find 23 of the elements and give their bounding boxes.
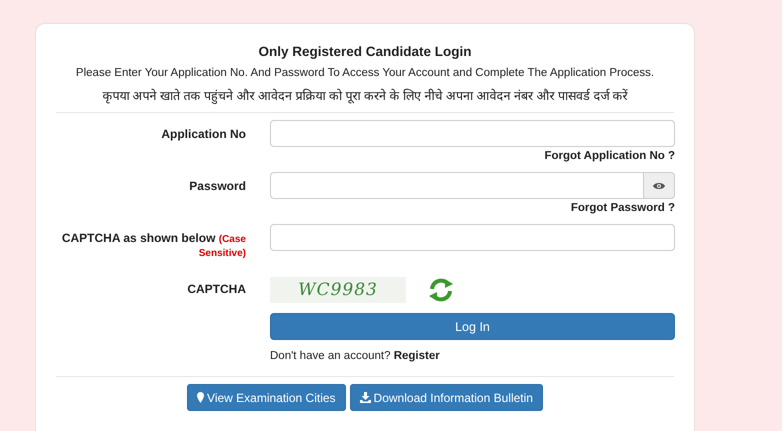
map-button[interactable]: View Examination Cities [187, 384, 346, 411]
forgot-link[interactable]: Forgot Password ? [570, 202, 675, 214]
field-label: CAPTCHA as shown below (Case Sensitive) [60, 230, 246, 261]
field-label: Password [188, 178, 246, 195]
field-label: Application No [160, 126, 246, 143]
forgot-link[interactable]: Forgot Application No ? [544, 150, 675, 162]
eye-icon [653, 182, 665, 190]
register-link[interactable]: Register [394, 350, 440, 362]
captcha-field[interactable] [270, 224, 675, 251]
login-title: Only Registered Candidate Login [258, 44, 472, 59]
instruction-text: Please Enter Your Application No. And Password To Access Your Account and Complete The Application Process. [76, 67, 654, 79]
download-button[interactable]: Download Information Bulletin [350, 384, 543, 411]
show-password-button[interactable] [643, 172, 675, 199]
instruction-text-hindi: कृपया अपने खाते तक पहुंचने और आवेदन प्रक्रिया को पूरा करने के लिए नीचे अपना आवेदन नंबर और पासवर्ड दर्ज करें [102, 88, 628, 104]
application-no-field[interactable] [270, 120, 675, 147]
captcha-image: WC9983 [270, 277, 406, 303]
field-label: CAPTCHA [187, 282, 246, 296]
refresh-icon[interactable] [428, 278, 454, 302]
password-field[interactable] [270, 172, 643, 199]
download-icon [360, 392, 371, 403]
map-pin-icon [197, 392, 204, 403]
register-prompt: Don't have an account? [270, 350, 390, 362]
login-button[interactable]: Log In [270, 313, 675, 340]
